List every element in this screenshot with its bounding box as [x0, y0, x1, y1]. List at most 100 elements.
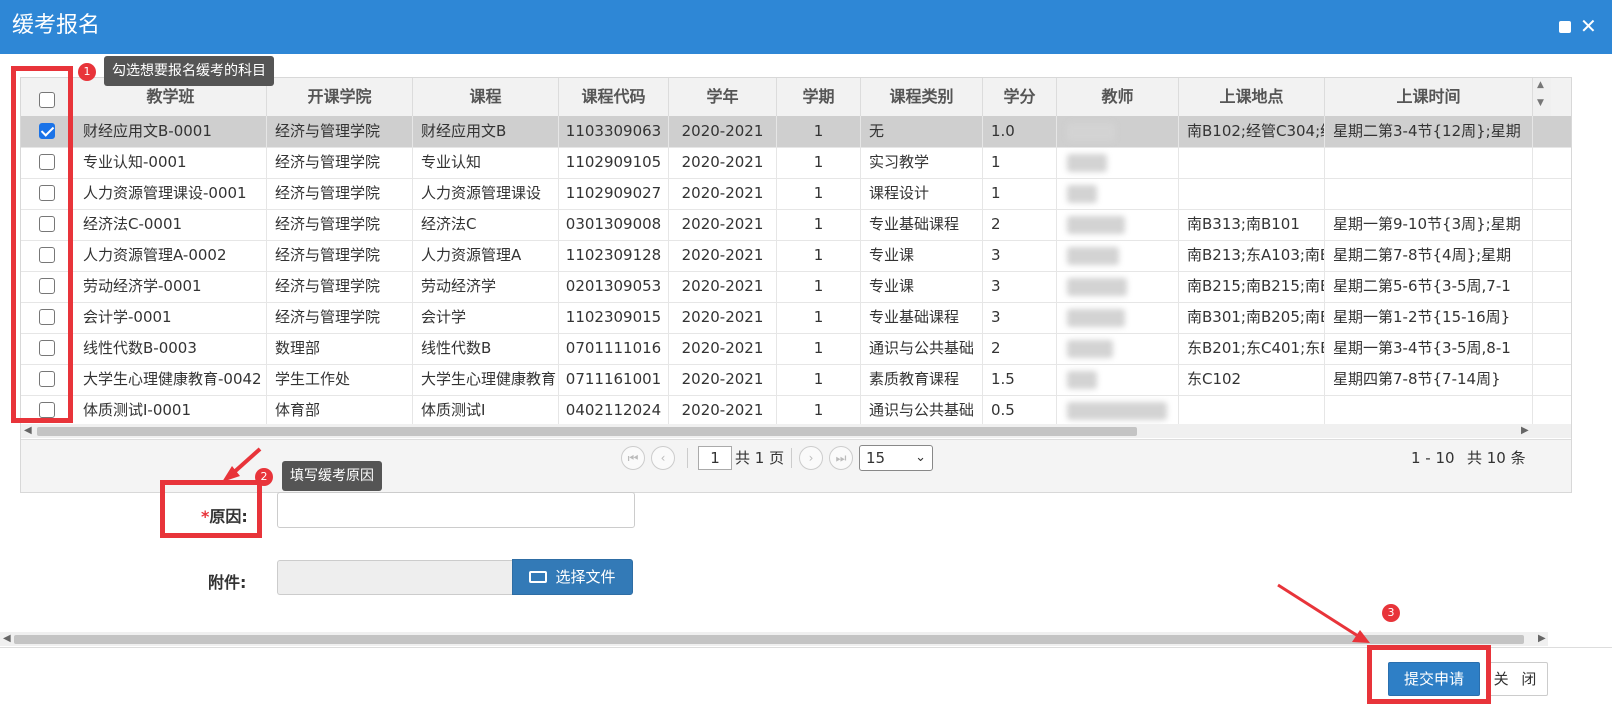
total-pages-text: 共 1 页 [735, 449, 785, 467]
scroll-right-icon[interactable]: ▶ [1521, 424, 1529, 438]
maximize-icon[interactable] [1559, 18, 1575, 34]
attachment-file-field[interactable] [277, 560, 513, 595]
dialog-horizontal-scrollbar[interactable]: ◀ ▶ [0, 632, 1548, 646]
cell-class: 劳动经济学-0001 [75, 271, 267, 302]
close-button[interactable]: 关 闭 [1486, 662, 1548, 696]
table-row[interactable]: 会计学-0001 经济与管理学院 会计学 1102309015 2020-2021 1 专业… [21, 302, 1571, 334]
page-size-select[interactable]: 15 ⌄ [859, 445, 933, 471]
table-row[interactable]: 劳动经济学-0001 经济与管理学院 劳动经济学 0201309053 2020-202… [21, 271, 1571, 303]
column-header[interactable]: 开课学院 [267, 78, 413, 116]
cell-course: 财经应用文B [413, 116, 559, 147]
table-row[interactable]: 经济法C-0001 经济与管理学院 经济法C 0301309008 2020-2021 1… [21, 209, 1571, 241]
cell-year: 2020-2021 [669, 209, 777, 240]
cell-year: 2020-2021 [669, 271, 777, 302]
cell-course: 线性代数B [413, 333, 559, 364]
cell-type: 专业基础课程 [861, 302, 983, 333]
column-header[interactable]: 课程类别 [861, 78, 983, 116]
redacted-teacher-name [1067, 371, 1097, 389]
pager-separator [791, 448, 792, 468]
choose-file-label: 选择文件 [555, 568, 616, 586]
scroll-left-icon[interactable]: ◀ [3, 632, 11, 646]
cell-term: 1 [777, 271, 861, 302]
grid-horizontal-scrollbar[interactable]: ◀ ▶ [21, 424, 1571, 438]
cell-location: 南B313;南B101 [1179, 209, 1325, 240]
cell-course: 经济法C [413, 209, 559, 240]
cell-time: 星期一第9-10节{3周};星期 [1325, 209, 1533, 240]
cell-term: 1 [777, 302, 861, 333]
grid-scroll-thumb[interactable] [37, 427, 1137, 436]
cell-class: 经济法C-0001 [75, 209, 267, 240]
cell-credit: 1.5 [983, 364, 1057, 395]
cell-teacher-redacted [1057, 209, 1179, 240]
cell-location: 东B201;东C401;东B [1179, 333, 1325, 364]
dialog-scroll-thumb[interactable] [14, 635, 1524, 644]
choose-file-button[interactable]: 选择文件 [512, 559, 633, 595]
cell-time: 星期二第7-8节{4周};星期 [1325, 240, 1533, 271]
annotation-tip-2: 填写缓考原因 [282, 461, 382, 491]
column-header[interactable]: 学分 [983, 78, 1057, 116]
reason-input[interactable] [277, 492, 635, 528]
cell-college: 经济与管理学院 [267, 116, 413, 147]
cell-location [1179, 178, 1325, 209]
cell-time [1325, 178, 1533, 209]
next-page-icon[interactable]: › [799, 446, 823, 470]
column-header[interactable]: 上课时间 [1325, 78, 1533, 116]
page-number-input[interactable]: 1 [698, 446, 732, 470]
column-header[interactable]: 课程代码 [559, 78, 669, 116]
scroll-right-icon[interactable]: ▶ [1538, 632, 1546, 646]
last-page-icon[interactable]: ⏭ [829, 446, 853, 470]
scroll-left-icon[interactable]: ◀ [24, 424, 32, 438]
column-header[interactable]: 课程 [413, 78, 559, 116]
table-row[interactable]: 体质测试Ⅰ-0001 体育部 体质测试Ⅰ 0402112024 2020-2021 1 通识… [21, 395, 1571, 427]
close-icon[interactable]: ✕ [1580, 16, 1597, 36]
first-page-icon[interactable]: ⏮ [621, 446, 645, 470]
column-header[interactable]: 学期 [777, 78, 861, 116]
column-header[interactable]: 上课地点 [1179, 78, 1325, 116]
table-row[interactable]: 线性代数B-0003 数理部 线性代数B 0701111016 2020-2021 1 通识… [21, 333, 1571, 365]
cell-term: 1 [777, 209, 861, 240]
column-header[interactable]: 学年 [669, 78, 777, 116]
cell-code: 0701111016 [559, 333, 669, 364]
table-row[interactable]: 财经应用文B-0001 经济与管理学院 财经应用文B 1103309063 2020-2… [21, 116, 1571, 148]
redacted-teacher-name [1067, 402, 1167, 420]
page-size-value: 15 [866, 449, 886, 467]
cell-location: 南B213;东A103;南B [1179, 240, 1325, 271]
cell-teacher-redacted [1057, 240, 1179, 271]
cell-college: 经济与管理学院 [267, 209, 413, 240]
cell-year: 2020-2021 [669, 178, 777, 209]
prev-page-icon[interactable]: ‹ [651, 446, 675, 470]
table-row[interactable]: 专业认知-0001 经济与管理学院 专业认知 1102909105 2020-2021 1… [21, 147, 1571, 179]
redacted-teacher-name [1067, 216, 1125, 234]
cell-course: 劳动经济学 [413, 271, 559, 302]
cell-teacher-redacted [1057, 333, 1179, 364]
cell-term: 1 [777, 178, 861, 209]
cell-teacher-redacted [1057, 116, 1179, 147]
cell-time: 星期一第3-4节{3-5周,8-1 [1325, 333, 1533, 364]
cell-type: 专业课 [861, 271, 983, 302]
grid-vertical-scrollbar[interactable]: ▲ ▼ [1533, 78, 1551, 116]
cell-teacher-redacted [1057, 302, 1179, 333]
chevron-down-icon: ⌄ [915, 450, 926, 465]
cell-credit: 1 [983, 147, 1057, 178]
cell-college: 经济与管理学院 [267, 178, 413, 209]
cell-location [1179, 395, 1325, 426]
column-header[interactable]: 教师 [1057, 78, 1179, 116]
cell-year: 2020-2021 [669, 302, 777, 333]
cell-location [1179, 147, 1325, 178]
cell-teacher-redacted [1057, 271, 1179, 302]
cell-time: 星期四第7-8节{7-14周} [1325, 364, 1533, 395]
cell-year: 2020-2021 [669, 395, 777, 426]
annotation-tip-1: 勾选想要报名缓考的科目 [104, 56, 274, 86]
cell-course: 体质测试Ⅰ [413, 395, 559, 426]
cell-code: 0402112024 [559, 395, 669, 426]
cell-term: 1 [777, 333, 861, 364]
cell-credit: 3 [983, 302, 1057, 333]
cell-college: 体育部 [267, 395, 413, 426]
annotation-badge-1: 1 [78, 63, 96, 81]
table-row[interactable]: 人力资源管理A-0002 经济与管理学院 人力资源管理A 1102309128 2020… [21, 240, 1571, 272]
cell-location: 南B215;南B215;南B [1179, 271, 1325, 302]
table-row[interactable]: 大学生心理健康教育-0042 学生工作处 大学生心理健康教育 0711161001 20… [21, 364, 1571, 396]
cell-time: 星期二第3-4节{12周};星期 [1325, 116, 1533, 147]
table-row[interactable]: 人力资源管理课设-0001 经济与管理学院 人力资源管理课设 1102909027 20… [21, 178, 1571, 210]
cell-type: 实习教学 [861, 147, 983, 178]
